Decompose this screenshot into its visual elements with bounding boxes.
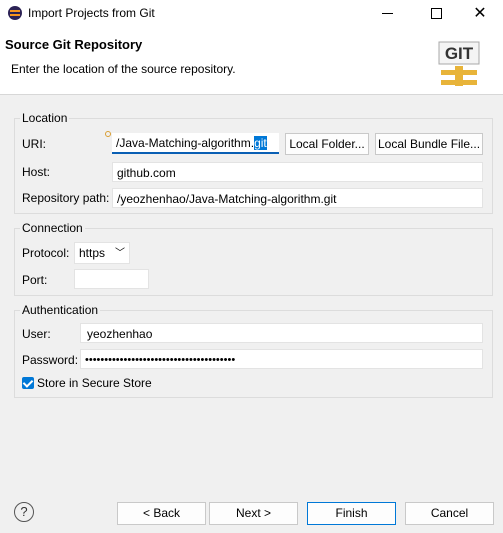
user-label: User: (22, 327, 51, 341)
authentication-group-label: Authentication (20, 303, 101, 317)
uri-label: URI: (22, 137, 46, 151)
chevron-down-icon: ﹀ (115, 248, 125, 259)
wizard-header: Source Git Repository Enter the location… (0, 27, 503, 95)
cancel-button[interactable]: Cancel (405, 502, 494, 525)
checkbox-checked-icon (22, 377, 34, 389)
location-group-label: Location (20, 111, 70, 125)
page-title: Source Git Repository (5, 37, 143, 52)
minimize-button[interactable] (365, 0, 411, 27)
local-bundle-file-button[interactable]: Local Bundle File... (375, 133, 483, 155)
uri-input[interactable]: /Java-Matching-algorithm.git (112, 133, 279, 154)
close-icon: ✕ (473, 5, 487, 22)
help-button[interactable]: ? (14, 502, 34, 522)
local-folder-button[interactable]: Local Folder... (285, 133, 369, 155)
store-in-secure-store-checkbox[interactable]: Store in Secure Store (22, 376, 182, 392)
eclipse-icon (8, 6, 22, 20)
page-description: Enter the location of the source reposit… (11, 62, 236, 76)
protocol-select[interactable]: https ﹀ (74, 242, 130, 264)
uri-input-selection: git (254, 136, 267, 150)
minimize-icon (382, 13, 393, 14)
port-label: Port: (22, 273, 48, 287)
uri-input-text: /Java-Matching-algorithm. (116, 136, 255, 150)
repository-path-input[interactable]: /yeozhenhao/Java-Matching-algorithm.git (112, 188, 483, 208)
repository-path-label: Repository path: (22, 191, 110, 205)
git-logo-text: GIT (445, 44, 474, 63)
store-in-secure-store-label: Store in Secure Store (37, 376, 152, 390)
protocol-label: Protocol: (22, 246, 70, 260)
port-input[interactable] (74, 269, 149, 289)
close-button[interactable]: ✕ (457, 0, 503, 27)
protocol-value: https (79, 246, 106, 260)
password-input[interactable]: ••••••••••••••••••••••••••••••••••••••• (80, 349, 483, 369)
content-assist-hint-icon (105, 131, 111, 137)
git-logo-icon: GIT (438, 41, 480, 86)
back-button[interactable]: < Back (117, 502, 206, 525)
host-input[interactable]: github.com (112, 162, 483, 182)
maximize-button[interactable] (413, 0, 459, 27)
window-titlebar: Import Projects from Git ✕ (0, 0, 503, 27)
window-title: Import Projects from Git (28, 6, 155, 20)
next-button[interactable]: Next > (209, 502, 298, 525)
user-input[interactable]: yeozhenhao (80, 323, 483, 343)
host-label: Host: (22, 165, 51, 179)
password-label: Password: (22, 353, 79, 367)
maximize-icon (431, 8, 442, 19)
finish-button[interactable]: Finish (307, 502, 396, 525)
help-icon: ? (20, 504, 28, 519)
connection-group-label: Connection (20, 221, 85, 235)
